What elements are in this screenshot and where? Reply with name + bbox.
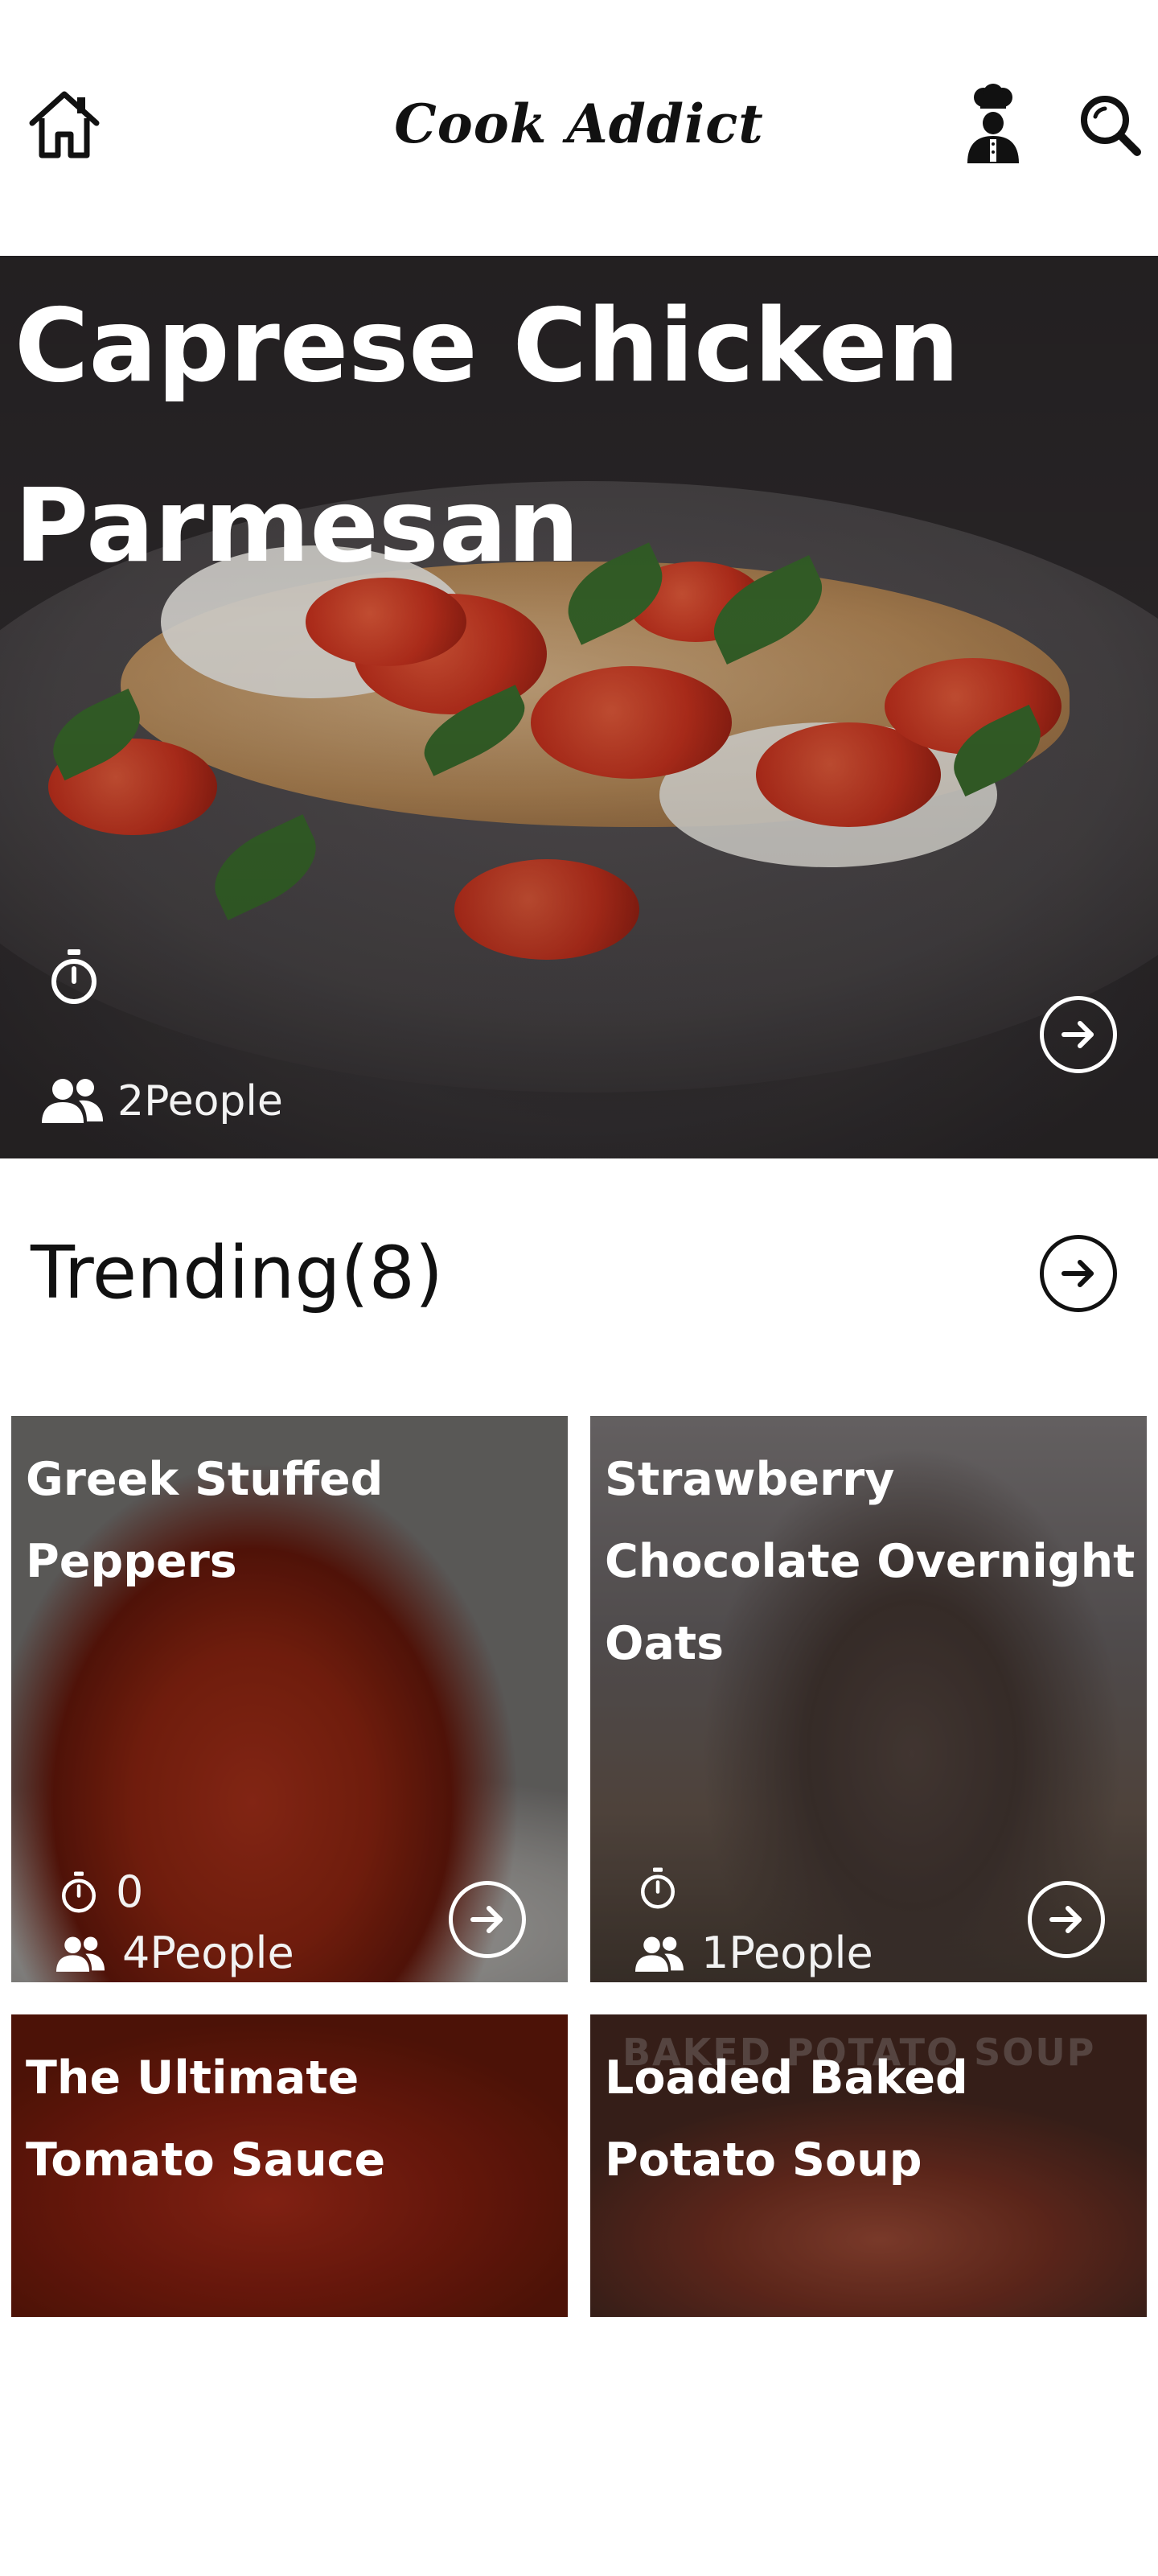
arrow-right-icon xyxy=(1062,1260,1094,1287)
timer-icon xyxy=(48,948,100,1006)
time-info: 0 xyxy=(60,1866,143,1917)
arrow-right-icon xyxy=(1062,1021,1094,1048)
recipe-card[interactable]: BAKED POTATO SOUP Loaded Baked Potato So… xyxy=(590,2014,1147,2317)
servings-label: 4People xyxy=(122,1928,294,1978)
recipe-card[interactable]: Greek Stuffed Peppers 0 4People xyxy=(11,1416,568,1982)
featured-recipe-card[interactable]: Caprese Chicken Parmesan 2People xyxy=(0,256,1158,1158)
people-icon xyxy=(56,1936,105,1972)
search-icon[interactable] xyxy=(1074,88,1146,161)
recipe-card[interactable]: Strawberry Chocolate Overnight Oats 1Peo… xyxy=(590,1416,1147,1982)
trending-heading: Trending(8) xyxy=(31,1231,443,1315)
servings-info: 4People xyxy=(56,1928,294,1978)
time-value: 0 xyxy=(116,1866,144,1917)
people-icon xyxy=(42,1076,103,1126)
people-icon xyxy=(635,1936,684,1972)
recipe-card-title: Loaded Baked Potato Soup xyxy=(605,2051,968,2187)
trending-see-all-button[interactable] xyxy=(1040,1235,1117,1312)
recipe-title-line2: Parmesan xyxy=(14,467,580,585)
open-recipe-button[interactable] xyxy=(1040,996,1117,1073)
recipe-card[interactable]: The Ultimate Tomato Sauce xyxy=(11,2014,568,2317)
open-recipe-button[interactable] xyxy=(1028,1881,1105,1958)
arrow-right-icon xyxy=(1049,1906,1082,1933)
recipe-card-title: Strawberry Chocolate Overnight Oats xyxy=(605,1453,1135,1670)
recipe-card-title: The Ultimate Tomato Sauce xyxy=(26,2051,386,2187)
recipe-title-line1: Caprese Chicken xyxy=(14,286,960,405)
servings-info: 2People xyxy=(42,1076,283,1126)
servings-label: 2People xyxy=(117,1077,283,1125)
timer-icon xyxy=(62,1871,96,1912)
open-recipe-button[interactable] xyxy=(449,1881,526,1958)
servings-label: 1People xyxy=(701,1928,873,1978)
app-header: Cook Addict xyxy=(0,0,1158,256)
timer-icon xyxy=(641,1867,675,1909)
arrow-right-icon xyxy=(470,1906,503,1933)
chef-icon[interactable] xyxy=(957,80,1029,165)
recipe-card-title: Greek Stuffed Peppers xyxy=(26,1453,384,1588)
servings-info: 1People xyxy=(635,1928,873,1978)
recipe-title: Caprese Chicken Parmesan xyxy=(14,256,1140,626)
time-info xyxy=(639,1866,695,1910)
